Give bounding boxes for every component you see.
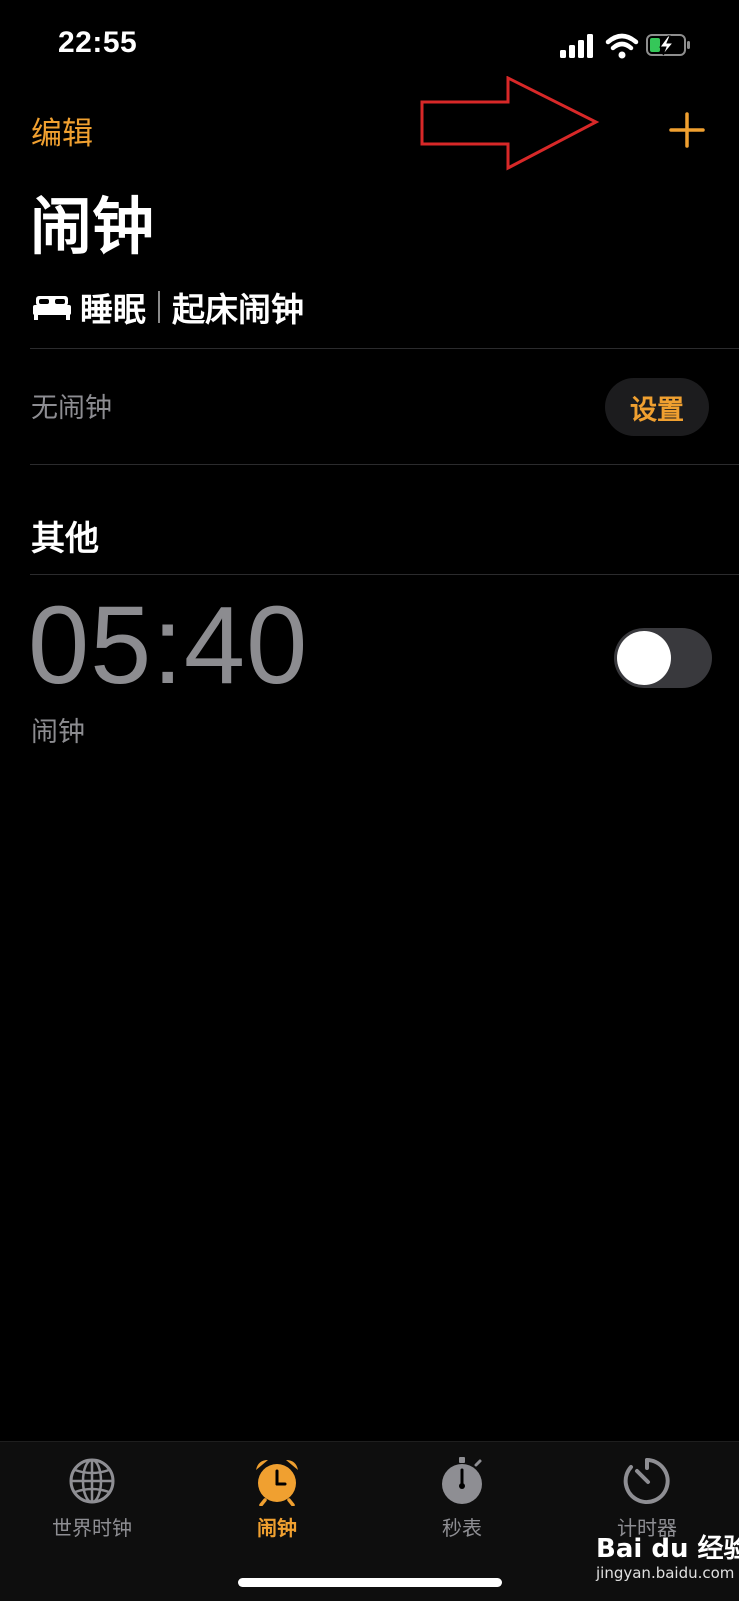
tab-stopwatch[interactable]: 秒表 [387,1456,537,1541]
page-title: 闹钟 [30,190,155,263]
globe-icon [69,1458,115,1504]
divider [30,464,739,465]
cellular-signal-icon [560,34,593,58]
divider [30,574,739,575]
status-icons [560,33,690,59]
tab-label: 秒表 [442,1516,482,1540]
alarm-time[interactable]: 05:40 [28,586,308,706]
wifi-icon [605,33,639,59]
tab-label: 世界时钟 [52,1516,132,1540]
annotation-arrow [420,76,600,171]
battery-charging-icon [646,34,690,56]
sleep-title: 睡眠 [80,290,146,329]
sleep-header: 睡眠 起床闹钟 [32,282,304,332]
tab-world-clock[interactable]: 世界时钟 [17,1456,167,1541]
edit-button[interactable]: 编辑 [31,108,93,153]
no-alarm-text: 无闹钟 [31,393,112,424]
alarm-label: 闹钟 [31,717,85,748]
setup-button[interactable]: 设置 [605,378,709,436]
watermark-brand: Bai du 经验 [596,1534,739,1564]
add-alarm-button[interactable] [665,108,709,152]
watermark-url: jingyan.baidu.com [596,1564,735,1582]
baidu-watermark: Bai du 经验 jingyan.baidu.com [596,1526,739,1584]
home-indicator[interactable] [238,1578,502,1587]
alarm-clock-icon [256,1460,298,1506]
separator [158,291,160,323]
toggle-knob [617,631,671,685]
tab-label: 闹钟 [257,1516,297,1540]
divider [30,348,739,349]
tab-alarm[interactable]: 闹钟 [202,1456,352,1541]
wake-up-alarm-title: 起床闹钟 [172,290,304,329]
bed-icon [33,296,71,320]
plus-icon [669,112,705,148]
alarm-toggle[interactable] [614,628,712,688]
status-time: 22:55 [58,26,138,59]
section-title-other: 其他 [31,519,99,559]
stopwatch-icon [442,1457,482,1504]
timer-icon [623,1458,670,1504]
